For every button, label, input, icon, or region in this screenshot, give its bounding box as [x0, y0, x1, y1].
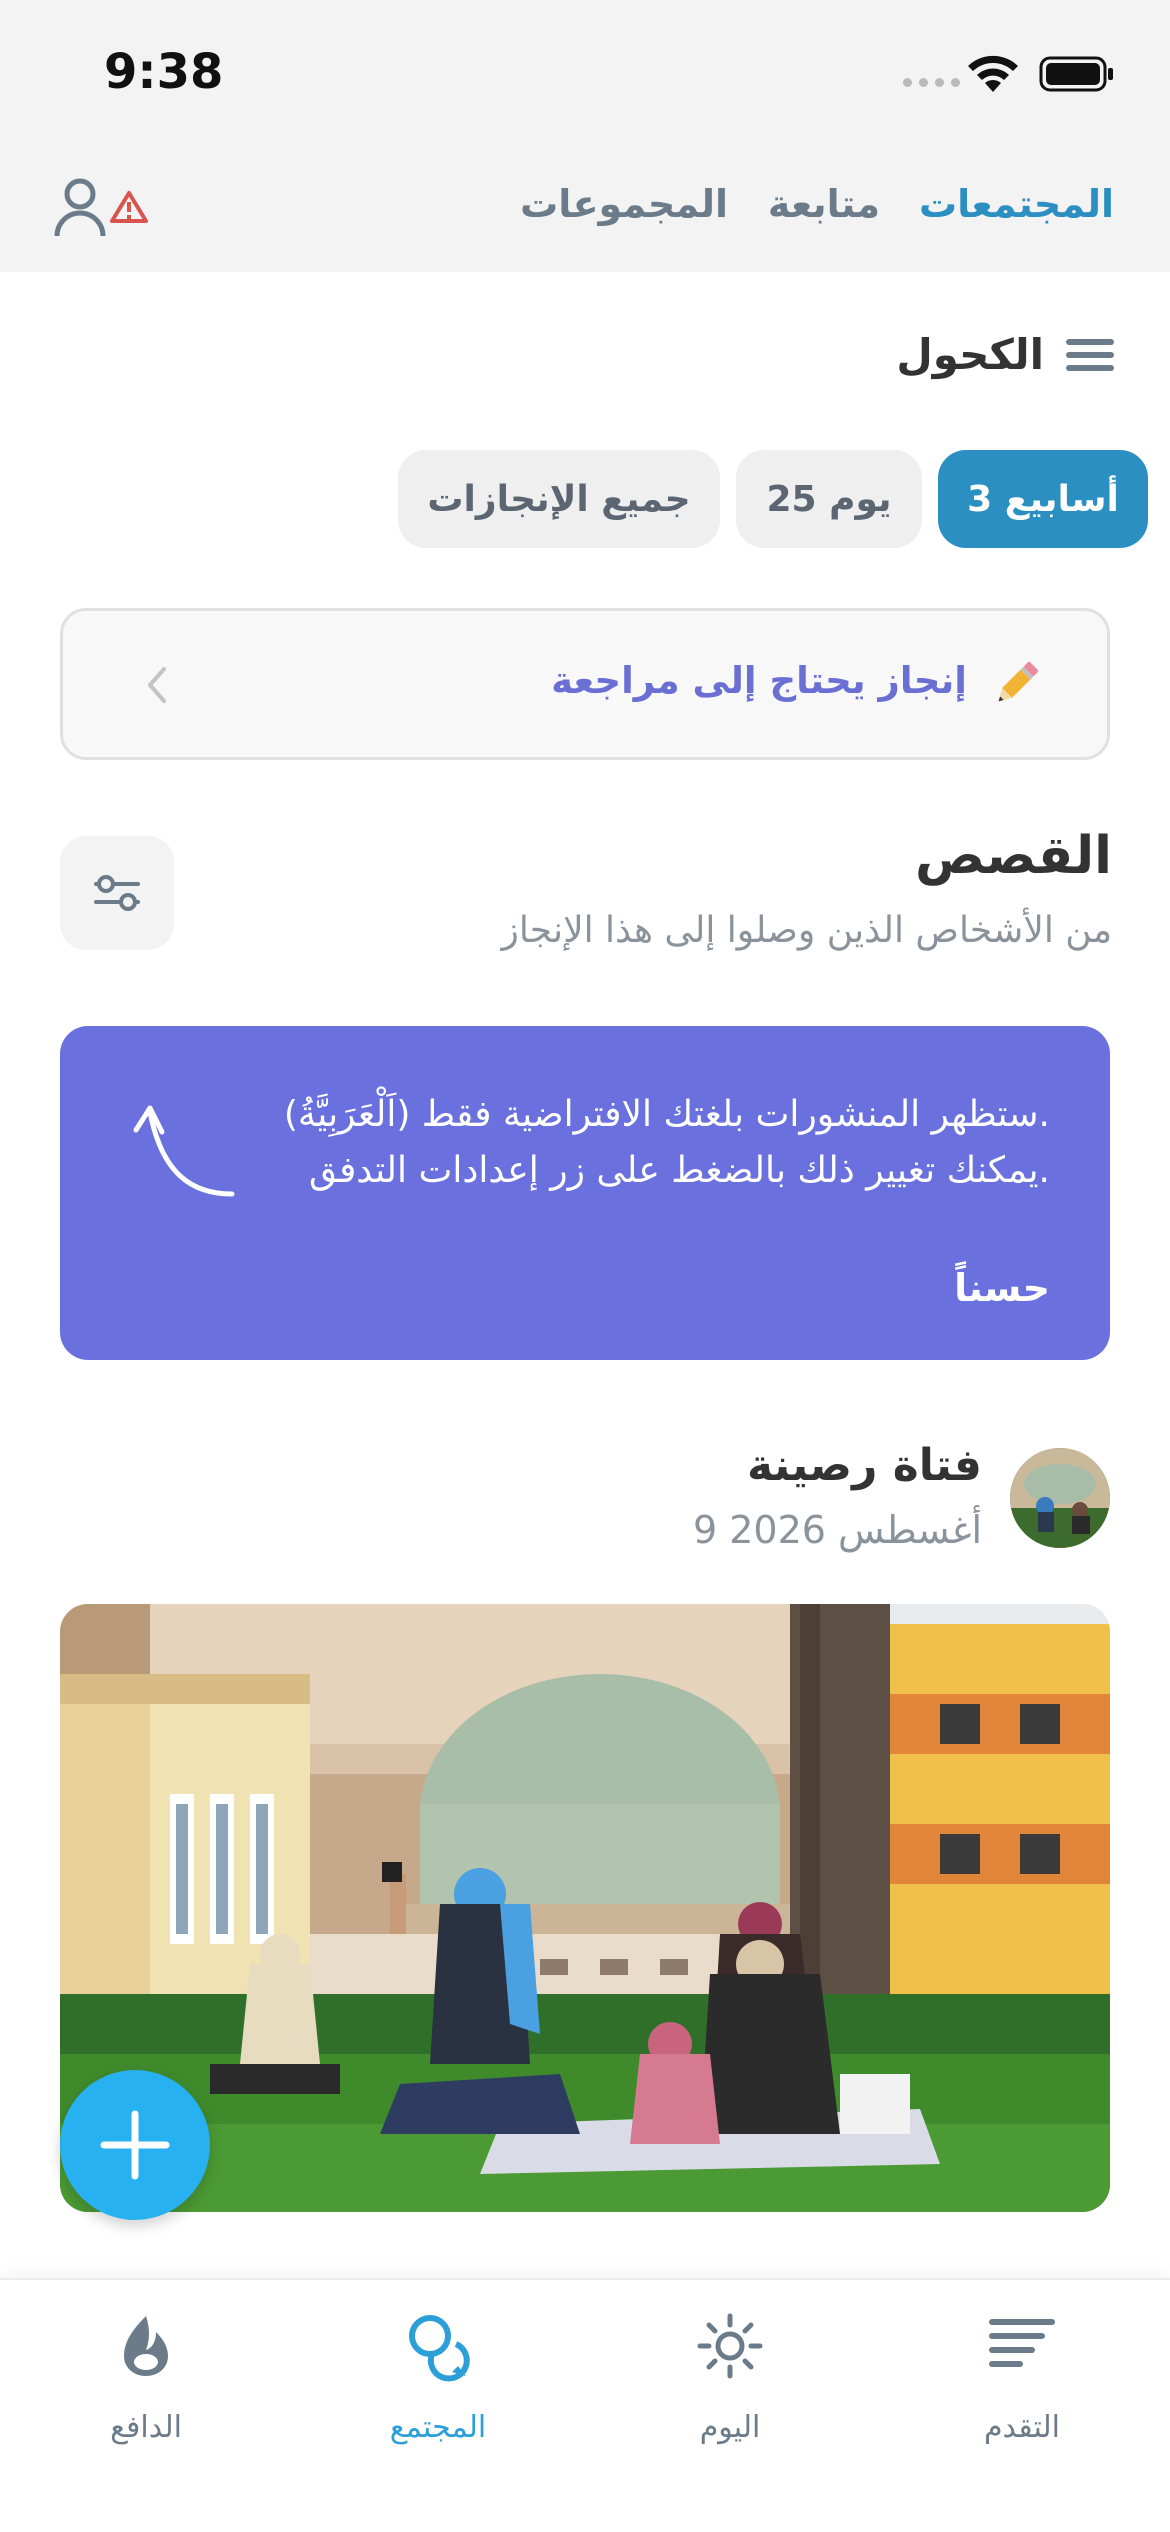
avatar[interactable]	[1010, 1448, 1110, 1548]
menu-icon	[1066, 338, 1114, 371]
tab-groups[interactable]: المجموعات	[520, 182, 728, 226]
addiction-selector[interactable]: الكحول	[896, 330, 1114, 379]
addiction-title: الكحول	[896, 330, 1044, 379]
banner-ok-button[interactable]: حسناً	[954, 1266, 1050, 1310]
status-time: 9:38	[104, 44, 224, 100]
review-card-text: إنجاز يحتاج إلى مراجعة	[551, 659, 967, 702]
sliders-icon	[94, 875, 140, 911]
signal-icon	[903, 78, 960, 87]
tab-communities[interactable]: المجتمعات	[919, 182, 1114, 226]
tab-following[interactable]: متابعة	[768, 182, 880, 226]
wifi-icon	[968, 55, 1018, 92]
chevron-left-icon	[148, 667, 166, 703]
warning-icon	[110, 191, 148, 223]
nav-today-label: اليوم	[699, 2410, 761, 2445]
plus-icon	[100, 2110, 170, 2180]
nav-motivation-label: الدافع	[110, 2410, 182, 2445]
filter-all-achievements[interactable]: جميع الإنجازات	[398, 450, 720, 548]
nav-progress-label: التقدم	[983, 2410, 1061, 2445]
battery-icon	[1039, 56, 1113, 92]
header: المجتمعات متابعة المجموعات	[0, 150, 1170, 272]
nav-community-label: المجتمع	[389, 2410, 487, 2445]
filter-3-weeks[interactable]: 3 أسابيع	[938, 450, 1148, 548]
curved-arrow-icon	[133, 1105, 235, 1197]
bottom-nav: الدافع المجتمع اليوم التقدم	[0, 2278, 1170, 2532]
nav-today[interactable]: اليوم	[640, 2302, 820, 2462]
post-date: 9 أغسطس 2026	[692, 1508, 982, 1552]
post-author[interactable]: فتاة رصينة	[747, 1440, 982, 1491]
flame-icon	[124, 2316, 168, 2376]
stories-subtitle: من الأشخاص الذين وصلوا إلى هذا الإنجاز	[501, 910, 1112, 951]
language-info-banner: ستظهر المنشورات بلغتك الافتراضية فقط (اَ…	[60, 1026, 1110, 1360]
nav-motivation[interactable]: الدافع	[56, 2302, 236, 2462]
feed-settings-button[interactable]	[60, 836, 174, 950]
add-post-button[interactable]	[60, 2070, 210, 2220]
banner-line-1: ستظهر المنشورات بلغتك الافتراضية فقط (اَ…	[283, 1094, 1050, 1135]
achievement-review-card[interactable]: إنجاز يحتاج إلى مراجعة	[60, 608, 1110, 760]
post-photo[interactable]	[60, 1604, 1110, 2212]
progress-bars-icon	[989, 2319, 1055, 2367]
nav-progress[interactable]: التقدم	[932, 2302, 1112, 2462]
chat-bubbles-icon	[409, 2315, 470, 2382]
filter-25-days[interactable]: 25 يوم	[736, 450, 922, 548]
sun-icon	[697, 2313, 763, 2379]
pencil-icon	[998, 661, 1039, 702]
status-bar: 9:38	[0, 0, 1170, 150]
banner-line-2: يمكنك تغيير ذلك بالضغط على زر إعدادات ال…	[309, 1150, 1050, 1191]
profile-icon[interactable]	[52, 176, 108, 238]
stories-title: القصص	[915, 826, 1112, 886]
nav-community[interactable]: المجتمع	[348, 2302, 528, 2462]
